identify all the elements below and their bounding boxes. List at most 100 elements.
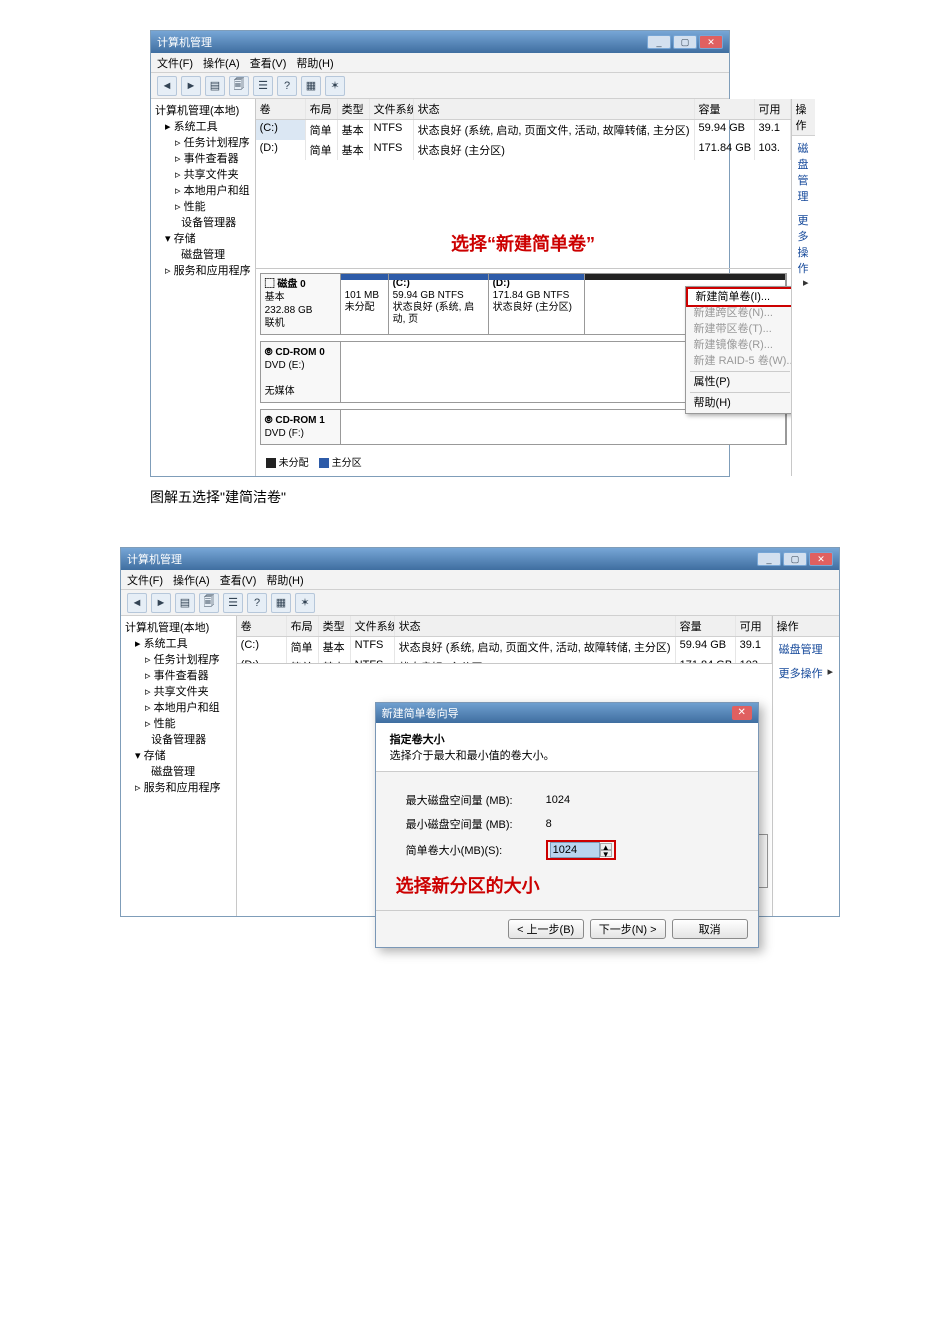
spinner-up-icon[interactable]: ▲ bbox=[600, 843, 612, 850]
menu-file[interactable]: 文件(F) bbox=[157, 55, 193, 71]
tree-devmgr[interactable]: 设备管理器 bbox=[181, 217, 236, 229]
cancel-button[interactable]: 取消 bbox=[672, 919, 748, 939]
action-more[interactable]: 更多操作 bbox=[792, 208, 815, 280]
menu-action[interactable]: 操作(A) bbox=[203, 55, 240, 71]
col-vol[interactable]: 卷 bbox=[256, 99, 306, 119]
wizard-close-button[interactable]: ✕ bbox=[732, 706, 752, 720]
spinner-down-icon[interactable]: ▼ bbox=[600, 850, 612, 857]
tree-event[interactable]: 事件查看器 bbox=[184, 153, 239, 165]
minimize-button[interactable]: _ bbox=[757, 552, 781, 566]
ctx-help[interactable]: 帮助(H) bbox=[686, 395, 791, 411]
back-button[interactable]: < 上一步(B) bbox=[508, 919, 584, 939]
up-icon[interactable]: ▤ bbox=[205, 76, 225, 96]
toolbar: ◄ ► ▤ 🗐 ☰ ? ▦ ✶ bbox=[151, 73, 729, 99]
wizard-heading: 指定卷大小 bbox=[390, 731, 744, 747]
refresh-icon[interactable]: 🗐 bbox=[199, 593, 219, 613]
menubar: 文件(F) 操作(A) 查看(V) 帮助(H) bbox=[121, 570, 839, 590]
col-status[interactable]: 状态 bbox=[414, 99, 695, 119]
tree-systools[interactable]: 系统工具 bbox=[174, 121, 218, 133]
cdrom1: ⦾ CD-ROM 1 DVD (F:) bbox=[260, 409, 787, 445]
volume-size-input[interactable] bbox=[550, 842, 600, 858]
table-row[interactable]: (D:) 简单 基本 NTFS 状态良好 (主分区) 171.84 GB 103… bbox=[237, 657, 772, 664]
properties-icon[interactable]: ☰ bbox=[223, 593, 243, 613]
actions-header: 操作 bbox=[792, 99, 815, 136]
menu-view[interactable]: 查看(V) bbox=[220, 572, 257, 588]
ctx-new-stripe[interactable]: 新建带区卷(T)... bbox=[686, 321, 791, 337]
callout-text: 选择“新建简单卷” bbox=[256, 230, 791, 256]
partition-sys[interactable]: 101 MB 未分配 bbox=[341, 274, 389, 334]
table-row[interactable]: (D:) 简单 基本 NTFS 状态良好 (主分区) 171.84 GB 103… bbox=[256, 140, 791, 160]
min-space-value: 8 bbox=[546, 818, 636, 830]
ctx-new-simple[interactable]: 新建简单卷(I)... bbox=[686, 287, 791, 307]
ctx-props[interactable]: 属性(P) bbox=[686, 374, 791, 390]
menu-help[interactable]: 帮助(H) bbox=[296, 55, 333, 71]
partition-unalloc[interactable]: 新建简单卷(I)... 新建跨区卷(N)... 新建带区卷(T)... 新建镜像… bbox=[585, 274, 786, 334]
tree-root[interactable]: 计算机管理(本地) bbox=[125, 620, 232, 636]
volume-table: 卷 布局 类型 文件系统 状态 容量 可用 (C:) 简单 基本 NTFS 状态… bbox=[256, 99, 791, 269]
partition-c[interactable]: (C:) 59.94 GB NTFS 状态良好 (系统, 启动, 页 bbox=[389, 274, 489, 334]
tree-svcs[interactable]: 服务和应用程序 bbox=[174, 265, 251, 277]
titlebar[interactable]: 计算机管理 _ ▢ ✕ bbox=[151, 31, 729, 53]
back-icon[interactable]: ◄ bbox=[127, 593, 147, 613]
close-button[interactable]: ✕ bbox=[809, 552, 833, 566]
nav-tree[interactable]: 计算机管理(本地) ▸ 系统工具 ▹ 任务计划程序 ▹ 事件查看器 ▹ 共享文件… bbox=[151, 99, 256, 476]
extra1-icon[interactable]: ▦ bbox=[301, 76, 321, 96]
minimize-button[interactable]: _ bbox=[647, 35, 671, 49]
menu-file[interactable]: 文件(F) bbox=[127, 572, 163, 588]
col-layout[interactable]: 布局 bbox=[306, 99, 338, 119]
callout-text: 选择新分区的大小 bbox=[396, 872, 728, 898]
table-row[interactable]: (C:) 简单 基本 NTFS 状态良好 (系统, 启动, 页面文件, 活动, … bbox=[256, 120, 791, 140]
main-pane: 卷 布局 类型 文件系统 状态 容量 可用 (C:) 简单 基本 NTFS 状态… bbox=[256, 99, 791, 476]
tree-root[interactable]: 计算机管理(本地) bbox=[155, 103, 251, 119]
forward-icon[interactable]: ► bbox=[151, 593, 171, 613]
action-diskmgmt[interactable]: 磁盘管理 bbox=[792, 136, 815, 208]
tree-diskmgmt[interactable]: 磁盘管理 bbox=[181, 249, 225, 261]
disk0: ⬚ 磁盘 0 基本 232.88 GB 联机 101 MB 未分配 bbox=[260, 273, 787, 335]
ctx-new-raid5[interactable]: 新建 RAID-5 卷(W)... bbox=[686, 353, 791, 369]
titlebar[interactable]: 计算机管理 _ ▢ ✕ bbox=[121, 548, 839, 570]
extra2-icon[interactable]: ✶ bbox=[295, 593, 315, 613]
wizard-title: 新建简单卷向导 bbox=[382, 705, 459, 721]
ctx-new-span[interactable]: 新建跨区卷(N)... bbox=[686, 305, 791, 321]
min-space-label: 最小磁盘空间量 (MB): bbox=[406, 816, 546, 832]
legend: 未分配 主分区 bbox=[260, 451, 787, 472]
help-icon[interactable]: ? bbox=[247, 593, 267, 613]
properties-icon[interactable]: ☰ bbox=[253, 76, 273, 96]
col-free[interactable]: 可用 bbox=[755, 99, 791, 119]
maximize-button[interactable]: ▢ bbox=[673, 35, 697, 49]
maximize-button[interactable]: ▢ bbox=[783, 552, 807, 566]
extra1-icon[interactable]: ▦ bbox=[271, 593, 291, 613]
partition-d[interactable]: (D:) 171.84 GB NTFS 状态良好 (主分区) bbox=[489, 274, 585, 334]
refresh-icon[interactable]: 🗐 bbox=[229, 76, 249, 96]
menu-help[interactable]: 帮助(H) bbox=[266, 572, 303, 588]
volume-size-spinner[interactable]: ▲ ▼ bbox=[546, 840, 616, 860]
col-fs[interactable]: 文件系统 bbox=[370, 99, 414, 119]
max-space-label: 最大磁盘空间量 (MB): bbox=[406, 792, 546, 808]
ctx-new-mirror[interactable]: 新建镜像卷(R)... bbox=[686, 337, 791, 353]
col-cap[interactable]: 容量 bbox=[695, 99, 755, 119]
disk0-info: ⬚ 磁盘 0 基本 232.88 GB 联机 bbox=[261, 274, 341, 334]
back-icon[interactable]: ◄ bbox=[157, 76, 177, 96]
menu-action[interactable]: 操作(A) bbox=[173, 572, 210, 588]
tree-storage[interactable]: 存储 bbox=[174, 233, 196, 245]
menu-view[interactable]: 查看(V) bbox=[250, 55, 287, 71]
figure-caption: 图解五选择"建简洁卷" bbox=[150, 487, 950, 507]
volume-size-label: 简单卷大小(MB)(S): bbox=[406, 842, 546, 858]
disk-map: ⬚ 磁盘 0 基本 232.88 GB 联机 101 MB 未分配 bbox=[256, 269, 791, 476]
help-icon[interactable]: ? bbox=[277, 76, 297, 96]
nav-tree[interactable]: 计算机管理(本地) ▸ 系统工具 ▹ 任务计划程序 ▹ 事件查看器 ▹ 共享文件… bbox=[121, 616, 237, 916]
actions-pane: 操作 磁盘管理 更多操作 bbox=[772, 616, 839, 916]
forward-icon[interactable]: ► bbox=[181, 76, 201, 96]
tree-perf[interactable]: 性能 bbox=[184, 201, 206, 213]
tree-users[interactable]: 本地用户和组 bbox=[184, 185, 250, 197]
col-type[interactable]: 类型 bbox=[338, 99, 370, 119]
computer-management-window: 计算机管理 _ ▢ ✕ 文件(F) 操作(A) 查看(V) 帮助(H) ◄ ► … bbox=[150, 30, 730, 477]
tree-shared[interactable]: 共享文件夹 bbox=[184, 169, 239, 181]
up-icon[interactable]: ▤ bbox=[175, 593, 195, 613]
table-row[interactable]: (C:) 简单 基本 NTFS 状态良好 (系统, 启动, 页面文件, 活动, … bbox=[237, 637, 772, 657]
extra2-icon[interactable]: ✶ bbox=[325, 76, 345, 96]
menubar: 文件(F) 操作(A) 查看(V) 帮助(H) bbox=[151, 53, 729, 73]
tree-scheduler[interactable]: 任务计划程序 bbox=[184, 137, 250, 149]
close-button[interactable]: ✕ bbox=[699, 35, 723, 49]
next-button[interactable]: 下一步(N) > bbox=[590, 919, 666, 939]
